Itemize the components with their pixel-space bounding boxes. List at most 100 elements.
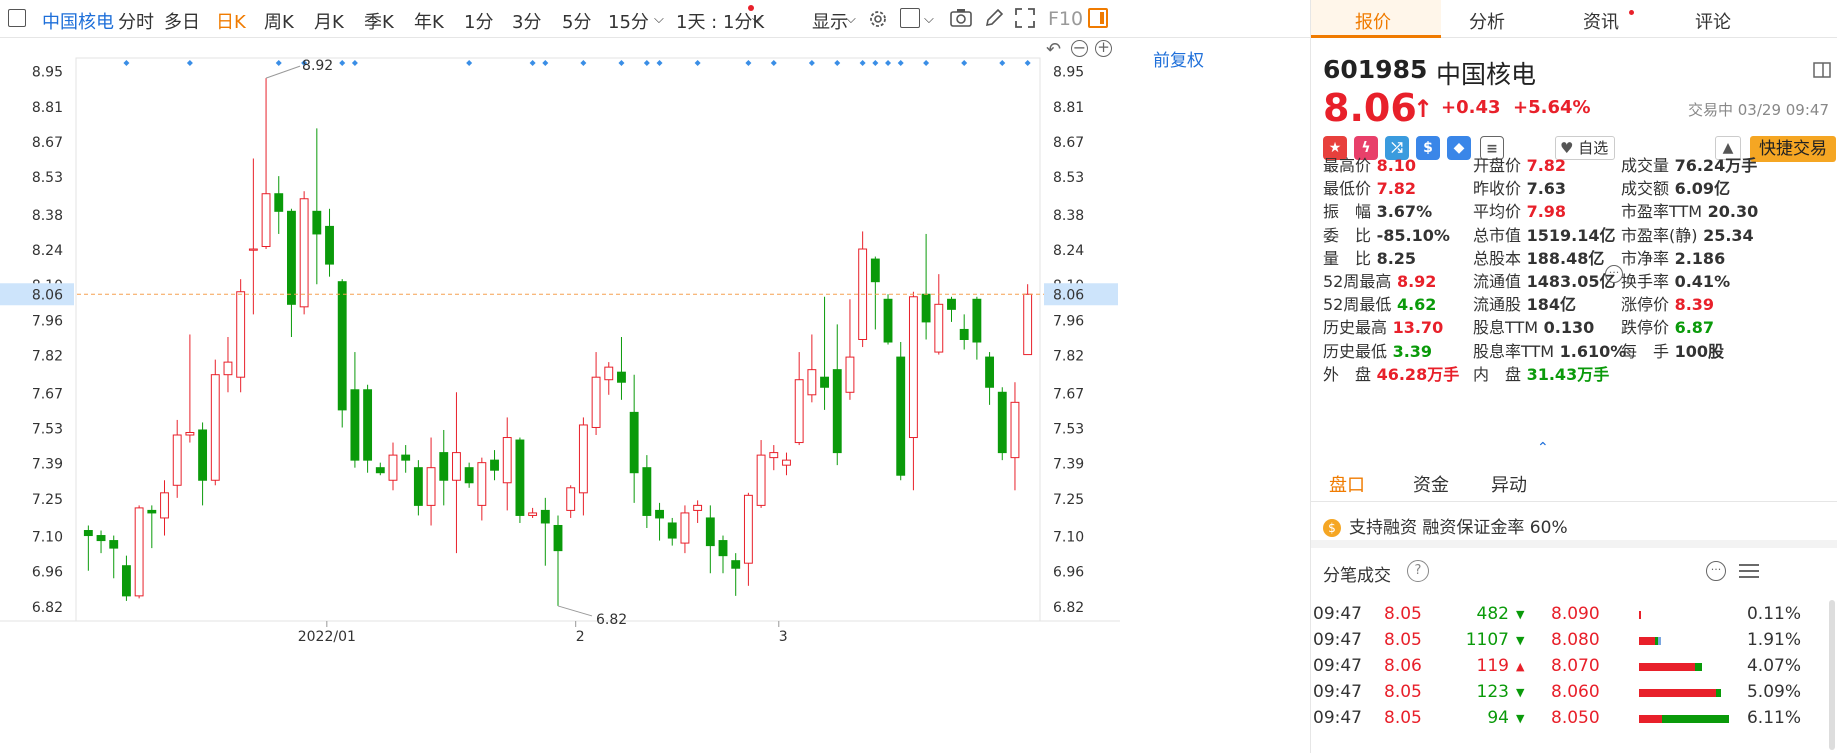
level-bar-buy	[1639, 611, 1641, 619]
subtab-orderbook[interactable]: 盘口	[1329, 471, 1365, 497]
candle-body	[807, 369, 817, 396]
quote-label: 委 比	[1323, 225, 1372, 245]
quote-label: 股息TTM	[1473, 318, 1539, 338]
notification-dot-icon	[748, 5, 754, 11]
candle-body	[236, 291, 246, 378]
candle-body	[363, 389, 373, 461]
level-percent: 6.11%	[1746, 708, 1801, 728]
subtab-events[interactable]: 异动	[1491, 471, 1527, 497]
quote-cell: 总市值 1519.14亿	[1473, 222, 1615, 246]
multi-period-selector[interactable]: 1天 : 1分K	[676, 8, 764, 34]
f10-button[interactable]: F10	[1048, 8, 1083, 30]
event-marker-icon	[999, 60, 1006, 66]
tick-volume: 119	[1476, 656, 1509, 676]
quote-value: 1519.14亿	[1521, 225, 1616, 245]
period-tab-15min[interactable]: 15分	[608, 8, 649, 34]
trade-ticks-title: 分笔成交	[1323, 566, 1391, 586]
tag-icon[interactable]: ◆	[1447, 136, 1471, 160]
level-bar-buy	[1639, 637, 1656, 645]
quote-cell: 历史最低 3.39	[1323, 338, 1432, 362]
help-icon[interactable]: ?	[1407, 560, 1429, 582]
undo-icon[interactable]: ↶	[1046, 39, 1061, 60]
period-tab-fenshi[interactable]: 分时	[118, 8, 154, 34]
quote-value: 8.10	[1371, 156, 1417, 175]
scrollbar[interactable]	[1829, 600, 1835, 750]
candle-body	[921, 293, 931, 323]
settings-gear-icon[interactable]	[867, 8, 889, 30]
display-menu[interactable]: 显示	[812, 8, 848, 34]
more-options-icon[interactable]: ···	[1706, 561, 1726, 581]
candle-body	[985, 356, 995, 388]
quote-label: 涨停价	[1621, 295, 1670, 315]
zoom-in-icon[interactable]: +	[1095, 40, 1112, 57]
sidebar-toggle-icon[interactable]	[8, 9, 26, 27]
kline-chart[interactable]: 8.95 8.95 8.81 8.81 8.67 8.67 8.53 8.53 8.38 8.38…	[0, 38, 1310, 753]
candle-body	[388, 454, 398, 481]
period-tab-niank[interactable]: 年K	[414, 8, 444, 34]
collapse-quote-icon[interactable]: ⌃	[1537, 440, 1549, 456]
tab-analysis[interactable]: 分析	[1469, 8, 1505, 34]
kline-svg[interactable]: 8.95 8.95 8.81 8.81 8.67 8.67 8.53 8.53 8.38 8.38…	[0, 38, 1310, 753]
candle-body	[223, 361, 233, 376]
period-tab-yuek[interactable]: 月K	[314, 8, 344, 34]
price-adjust-toggle[interactable]: 前复权	[1153, 46, 1204, 71]
event-marker-icon	[808, 60, 815, 66]
quote-cell: 市净率 2.186	[1621, 245, 1725, 269]
candle-body	[947, 298, 956, 310]
panel-toggle-icon[interactable]	[1088, 8, 1108, 28]
quote-cell: 换手率 0.41%	[1621, 268, 1730, 292]
period-tab-jik[interactable]: 季K	[364, 8, 394, 34]
level-bar-sell	[1715, 689, 1721, 697]
quick-trade-button[interactable]: 快捷交易	[1750, 136, 1836, 162]
multi-period-chevron-icon[interactable]: ⌵	[752, 12, 762, 27]
quote-panel-tabs: 报价 分析 资讯 评论	[1311, 0, 1837, 38]
active-tab-underline	[1311, 35, 1441, 38]
period-tab-3min[interactable]: 3分	[512, 8, 541, 34]
low-price-label: 6.82	[596, 612, 627, 628]
zoom-out-icon[interactable]: −	[1071, 40, 1088, 57]
quote-value: 7.63	[1521, 179, 1567, 199]
y-tick-label-left: 6.82	[32, 600, 63, 616]
level-bar-sell	[1694, 663, 1702, 671]
level-price: 8.090	[1551, 604, 1600, 624]
candle-body	[820, 376, 829, 388]
trade-ticks-header: 分笔成交 ? ···	[1311, 540, 1837, 592]
down-triangle-icon: ▼	[1516, 686, 1525, 699]
y-tick-label-left: 8.95	[32, 65, 63, 81]
camera-icon[interactable]	[950, 8, 972, 28]
quote-value: 1483.05亿	[1521, 272, 1616, 291]
candle-body	[566, 487, 576, 511]
draw-pencil-icon[interactable]	[984, 7, 1004, 29]
quote-label: 52周最低	[1323, 295, 1392, 315]
period-tab-1min[interactable]: 1分	[464, 8, 493, 34]
display-chevron-icon[interactable]: ⌵	[846, 12, 856, 27]
more-quote-icon[interactable]: ···	[1605, 265, 1623, 283]
layout-chevron-icon[interactable]: ⌵	[924, 12, 934, 27]
subtab-funds[interactable]: 资金	[1413, 471, 1449, 497]
trade-status: 交易中 03/29 09:47	[1688, 101, 1829, 119]
y-tick-label-left: 7.25	[32, 492, 63, 508]
coin-icon: $	[1323, 519, 1341, 537]
collapse-panel-icon[interactable]	[1813, 62, 1831, 78]
tick-time: 09:47	[1313, 604, 1362, 624]
dollar-icon[interactable]: $	[1416, 136, 1440, 160]
tab-news[interactable]: 资讯	[1583, 8, 1619, 34]
list-view-icon[interactable]	[1739, 562, 1759, 580]
quote-value: 0.41%	[1669, 272, 1731, 291]
period-tab-duori[interactable]: 多日	[164, 8, 200, 34]
tab-quote[interactable]: 报价	[1355, 8, 1391, 34]
stock-name-tab[interactable]: 中国核电	[42, 8, 114, 34]
period-tab-zhouk[interactable]: 周K	[264, 8, 294, 34]
period-tab-5min[interactable]: 5分	[562, 8, 591, 34]
period-more-chevron-icon[interactable]: ⌵	[654, 12, 664, 27]
layout-box-icon[interactable]	[900, 8, 920, 28]
event-marker-icon	[961, 60, 968, 66]
candle-body	[121, 565, 131, 597]
y-tick-label-right: 8.95	[1053, 65, 1084, 81]
tab-comments[interactable]: 评论	[1695, 8, 1731, 34]
tick-volume: 1107	[1465, 630, 1509, 650]
fullscreen-icon[interactable]	[1014, 7, 1036, 29]
event-marker-icon	[275, 60, 282, 66]
period-tab-rik[interactable]: 日K	[216, 8, 246, 34]
quote-label: 股息率TTM	[1473, 341, 1555, 361]
